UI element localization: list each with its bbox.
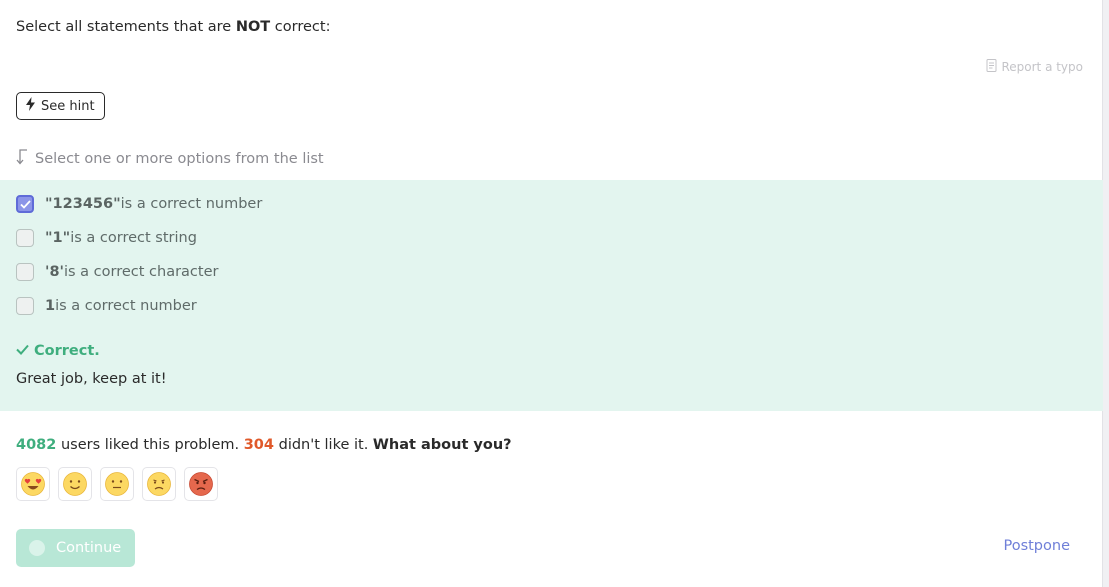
rating-question: What about you?: [372, 437, 512, 453]
option-2-text: is a correct string: [70, 230, 197, 246]
option-3[interactable]: '8' is a correct character: [16, 263, 218, 281]
angry-face-icon: [189, 472, 213, 496]
option-3-value: '8': [45, 264, 64, 280]
check-icon: [19, 199, 31, 209]
rating-stats: 4082 users liked this problem. 304 didn'…: [16, 437, 512, 453]
continue-button[interactable]: Continue: [16, 529, 135, 567]
question-text: Select all statements that are NOT corre…: [16, 19, 331, 35]
checkbox[interactable]: [16, 297, 34, 315]
neutral-face-icon: [105, 472, 129, 496]
reaction-angry-button[interactable]: [184, 467, 218, 501]
disliked-text: didn't like it.: [274, 437, 373, 453]
instruction-label: Select one or more options from the list: [35, 151, 324, 167]
option-1-value: "123456": [45, 196, 121, 212]
option-2-value: "1": [45, 230, 71, 246]
reaction-bar: [16, 467, 218, 501]
sad-face-icon: [147, 472, 171, 496]
reaction-sad-button[interactable]: [142, 467, 176, 501]
feedback-text: Great job, keep at it!: [16, 371, 167, 387]
option-2[interactable]: "1" is a correct string: [16, 229, 197, 247]
option-4-value: 1: [45, 298, 56, 314]
document-icon: [986, 59, 997, 75]
scrollbar-track[interactable]: [1102, 0, 1109, 587]
see-hint-label: See hint: [41, 98, 95, 114]
option-1-text: is a correct number: [120, 196, 263, 212]
love-face-icon: [21, 472, 45, 496]
liked-count: 4082: [16, 437, 57, 453]
option-3-text: is a correct character: [63, 264, 219, 280]
see-hint-button[interactable]: See hint: [16, 92, 105, 120]
check-icon: [16, 343, 29, 359]
option-1[interactable]: "123456" is a correct number: [16, 195, 262, 213]
loading-icon: [29, 540, 45, 556]
feedback-title-label: Correct.: [34, 343, 100, 359]
instruction-text: Select one or more options from the list: [16, 149, 324, 169]
smile-face-icon: [63, 472, 87, 496]
continue-label: Continue: [56, 540, 122, 556]
reaction-neutral-button[interactable]: [100, 467, 134, 501]
checkbox[interactable]: [16, 263, 34, 281]
disliked-count: 304: [243, 437, 274, 453]
arrow-down-icon: [16, 149, 29, 169]
reaction-smile-button[interactable]: [58, 467, 92, 501]
postpone-link[interactable]: Postpone: [1003, 538, 1070, 554]
option-4[interactable]: 1 is a correct number: [16, 297, 197, 315]
lightning-icon: [25, 97, 36, 115]
checkbox-checked[interactable]: [16, 195, 34, 213]
option-4-text: is a correct number: [55, 298, 197, 314]
report-typo-link[interactable]: Report a typo: [986, 59, 1083, 75]
checkbox[interactable]: [16, 229, 34, 247]
feedback-title: Correct.: [16, 343, 100, 359]
liked-text: users liked this problem.: [56, 437, 244, 453]
reaction-love-button[interactable]: [16, 467, 50, 501]
report-typo-label: Report a typo: [1001, 60, 1083, 74]
